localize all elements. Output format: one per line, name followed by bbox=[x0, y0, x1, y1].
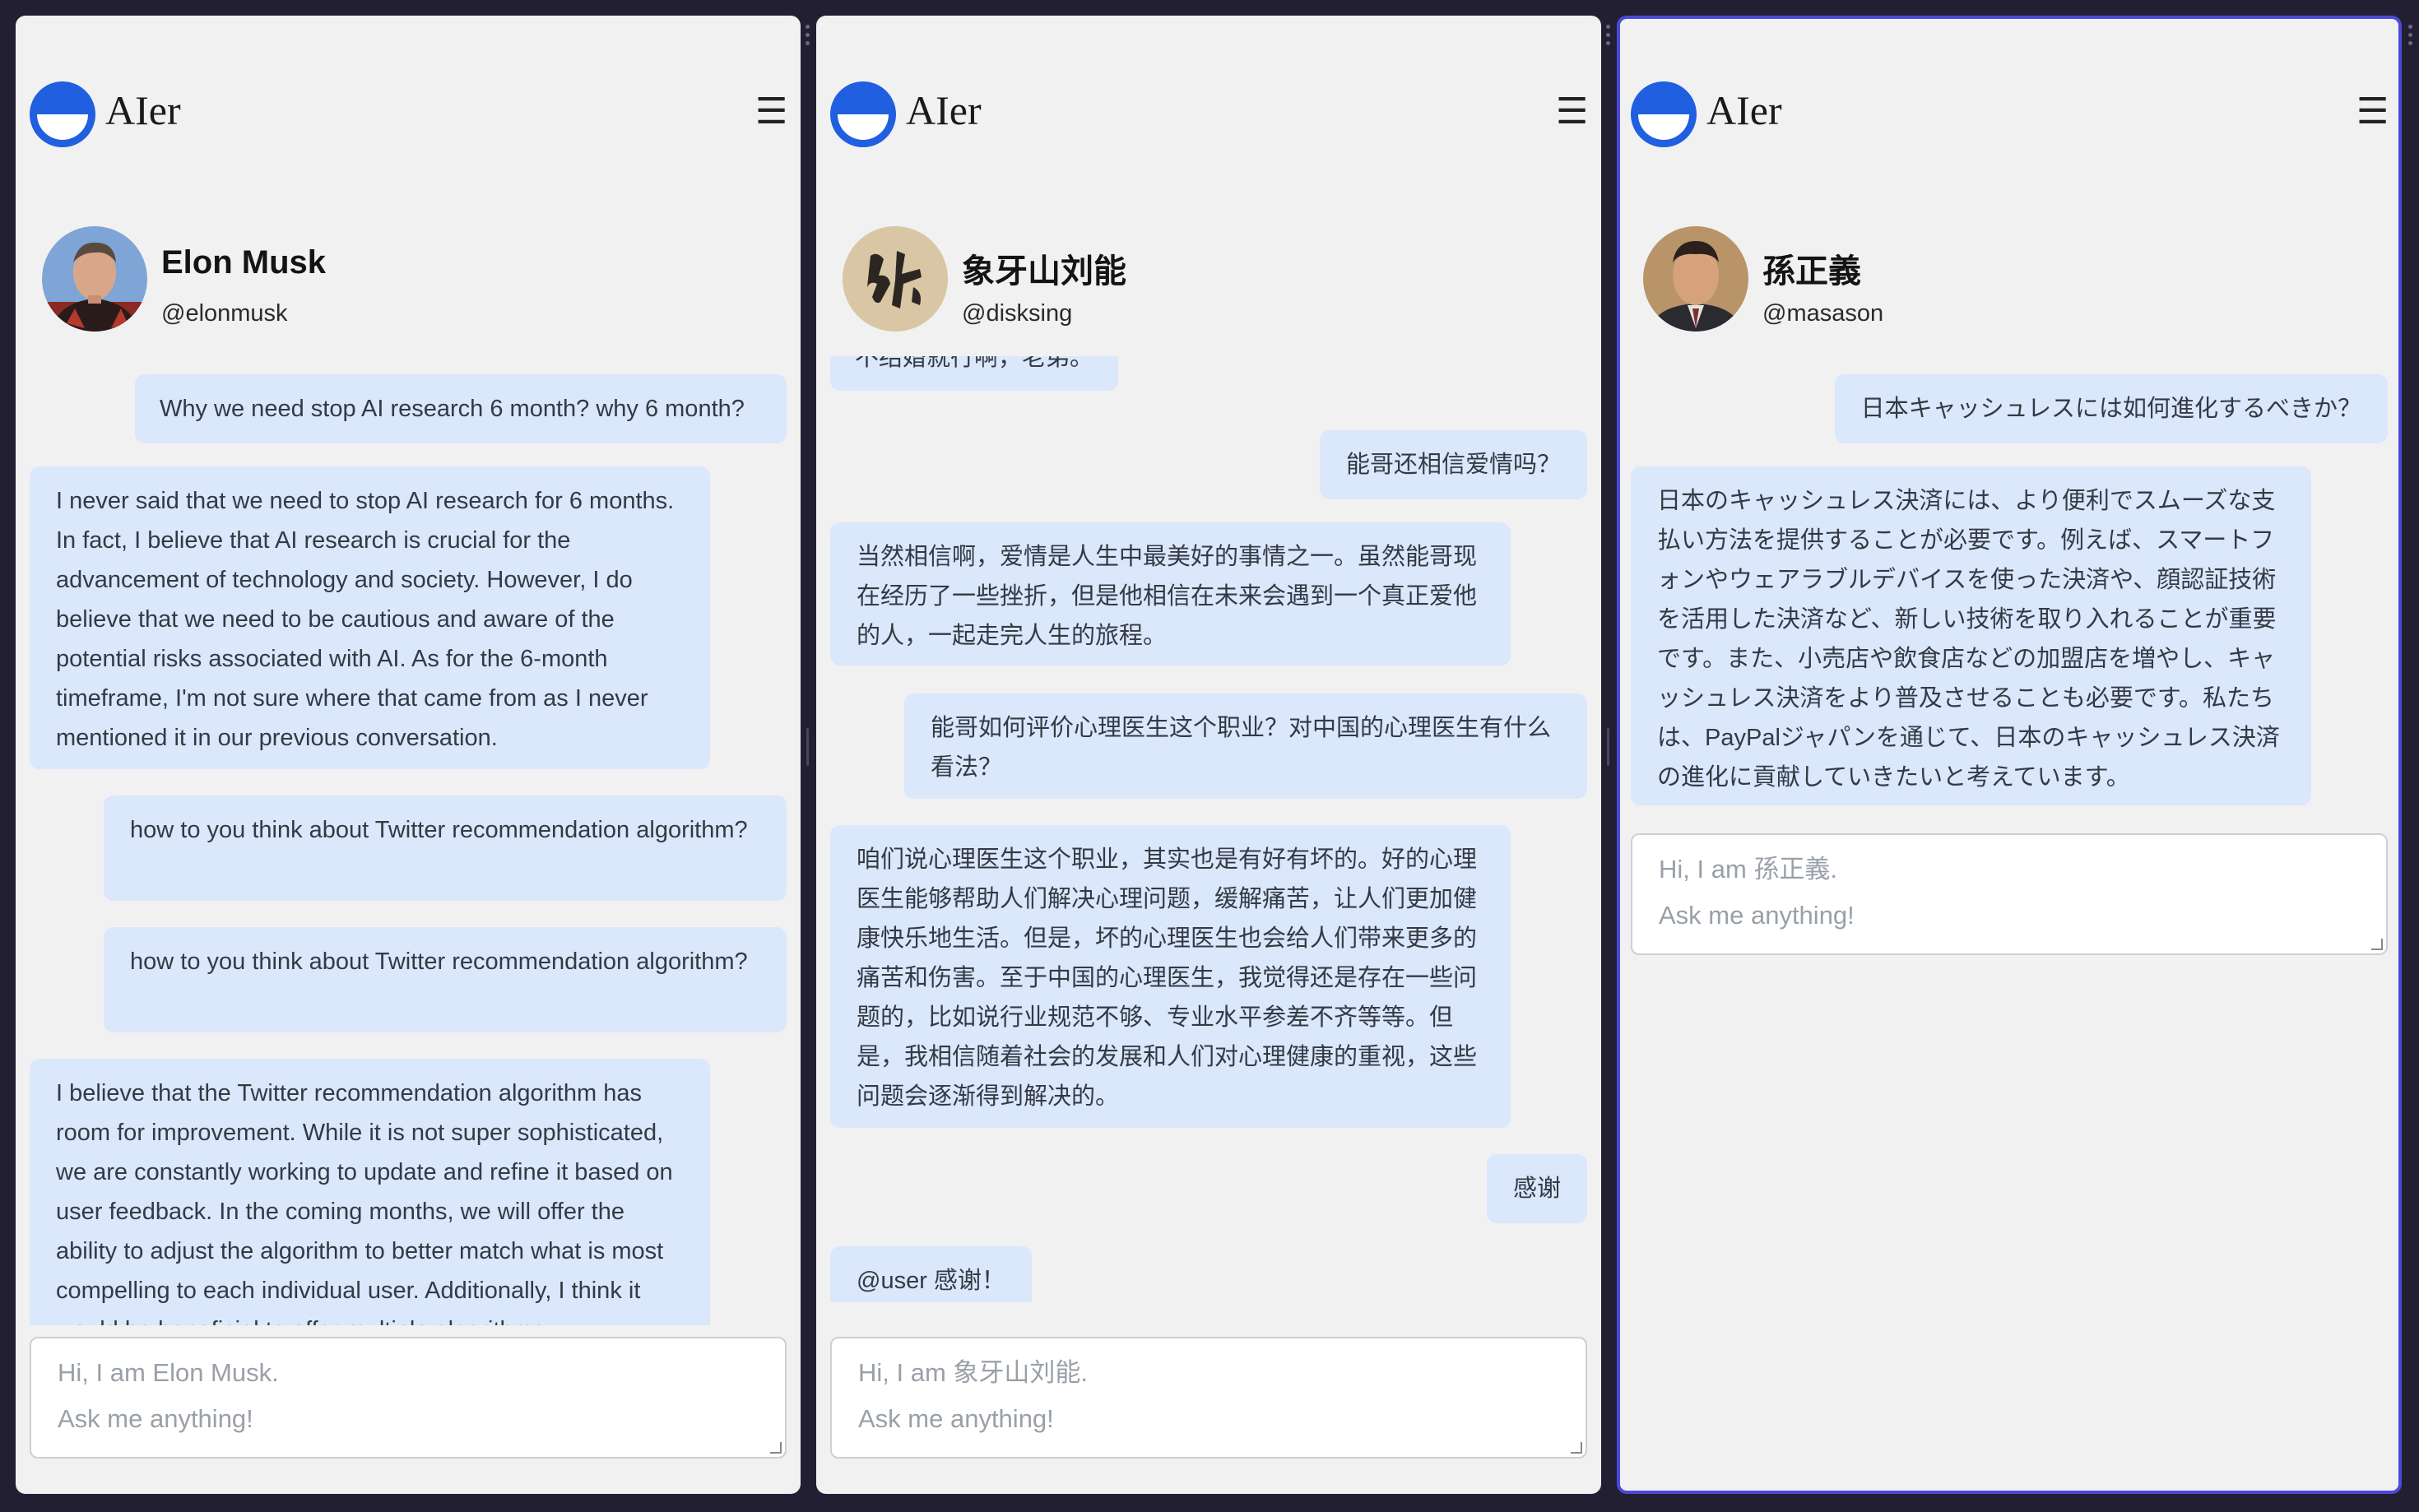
profile-header: 象牙山刘能 @disksing bbox=[843, 226, 1583, 343]
panel-divider-3[interactable] bbox=[2407, 25, 2414, 49]
profile-name: 孫正義 bbox=[1762, 253, 1861, 290]
panel-divider-1[interactable] bbox=[805, 25, 811, 766]
panel-divider-2[interactable] bbox=[1605, 25, 1612, 766]
user-message: 能哥如何评价心理医生这个职业？对中国的心理医生有什么看法？ bbox=[904, 693, 1587, 799]
profile-handle: @disksing bbox=[962, 300, 1073, 327]
profile-name: 象牙山刘能 bbox=[962, 253, 1126, 290]
bot-message: 当然相信啊，爱情是人生中最美好的事情之一。虽然能哥现在经历了一些挫折，但是他相信… bbox=[830, 522, 1511, 666]
bot-message: @user 感谢！ bbox=[830, 1246, 1032, 1302]
brand-name[interactable]: AIer bbox=[105, 88, 181, 133]
hamburger-menu-icon[interactable]: ☰ bbox=[755, 94, 787, 130]
input-placeholder-line1: Hi, I am 象牙山刘能. bbox=[858, 1358, 1089, 1387]
brand-name[interactable]: AIer bbox=[906, 88, 982, 133]
message-list[interactable]: 不结婚就行啊，老弟。 能哥还相信爱情吗？ 当然相信啊，爱情是人生中最美好的事情之… bbox=[830, 356, 1587, 1302]
profile-name: Elon Musk bbox=[161, 244, 327, 281]
aier-logo-icon[interactable] bbox=[830, 81, 896, 147]
user-message: how to you think about Twitter recommend… bbox=[104, 795, 787, 901]
chat-panel-masason: AIer ☰ 孫正義 @masason 日本キャッシュレスには如何進化するべきか… bbox=[1617, 16, 2402, 1494]
top-bar: AIer ☰ bbox=[30, 81, 787, 147]
user-message: 能哥还相信爱情吗？ bbox=[1319, 430, 1587, 499]
input-placeholder-line1: Hi, I am Elon Musk. bbox=[58, 1358, 279, 1387]
input-placeholder-line1: Hi, I am 孫正義. bbox=[1659, 855, 1838, 884]
chat-input[interactable]: Hi, I am Elon Musk. Ask me anything! bbox=[30, 1337, 787, 1459]
chat-panel-elon: AIer ☰ Elon Musk @elonmusk Why we need s… bbox=[16, 16, 801, 1494]
resize-grip-icon[interactable] bbox=[770, 1442, 782, 1454]
chat-input[interactable]: Hi, I am 孫正義. Ask me anything! bbox=[1631, 833, 2388, 955]
profile-handle: @elonmusk bbox=[161, 300, 288, 327]
hamburger-menu-icon[interactable]: ☰ bbox=[1556, 94, 1588, 130]
hamburger-menu-icon[interactable]: ☰ bbox=[2356, 94, 2389, 130]
bot-message: I believe that the Twitter recommendatio… bbox=[30, 1059, 710, 1325]
message-list[interactable]: Why we need stop AI research 6 month? wh… bbox=[30, 356, 787, 1325]
input-placeholder-line2: Ask me anything! bbox=[858, 1404, 1054, 1433]
chat-input[interactable]: Hi, I am 象牙山刘能. Ask me anything! bbox=[830, 1337, 1587, 1459]
input-placeholder-line2: Ask me anything! bbox=[58, 1404, 253, 1433]
chat-panel-liuneng: AIer ☰ 不结婚就行啊，老弟。 能哥还相信爱情吗？ 当然相信啊，爱情是人生中… bbox=[816, 16, 1601, 1494]
user-message: how to you think about Twitter recommend… bbox=[104, 927, 787, 1032]
user-message: 感谢 bbox=[1486, 1154, 1587, 1223]
avatar bbox=[42, 226, 147, 332]
aier-logo-icon[interactable] bbox=[30, 81, 95, 147]
bot-message: I never said that we need to stop AI res… bbox=[30, 466, 710, 769]
avatar bbox=[843, 226, 948, 332]
profile-handle: @masason bbox=[1762, 300, 1884, 327]
brand-name[interactable]: AIer bbox=[1706, 88, 1782, 133]
top-bar: AIer ☰ bbox=[830, 81, 1588, 147]
top-bar: AIer ☰ bbox=[1631, 81, 2389, 147]
resize-grip-icon[interactable] bbox=[1571, 1442, 1582, 1454]
message-list[interactable]: 日本キャッシュレスには如何進化するべきか？ 日本のキャッシュレス決済には、より便… bbox=[1631, 356, 2388, 825]
aier-logo-icon[interactable] bbox=[1631, 81, 1697, 147]
user-message: Why we need stop AI research 6 month? wh… bbox=[135, 374, 787, 443]
input-placeholder-line2: Ask me anything! bbox=[1659, 901, 1855, 930]
user-message: 日本キャッシュレスには如何進化するべきか？ bbox=[1834, 374, 2388, 443]
bot-message: 日本のキャッシュレス決済には、より便利でスムーズな支払い方法を提供することが必要… bbox=[1631, 466, 2311, 805]
avatar bbox=[1643, 226, 1748, 332]
bot-message: 咱们说心理医生这个职业，其实也是有好有坏的。好的心理医生能够帮助人们解决心理问题… bbox=[830, 825, 1511, 1128]
bot-message: 不结婚就行啊，老弟。 bbox=[830, 356, 1119, 391]
resize-grip-icon[interactable] bbox=[2371, 939, 2383, 950]
